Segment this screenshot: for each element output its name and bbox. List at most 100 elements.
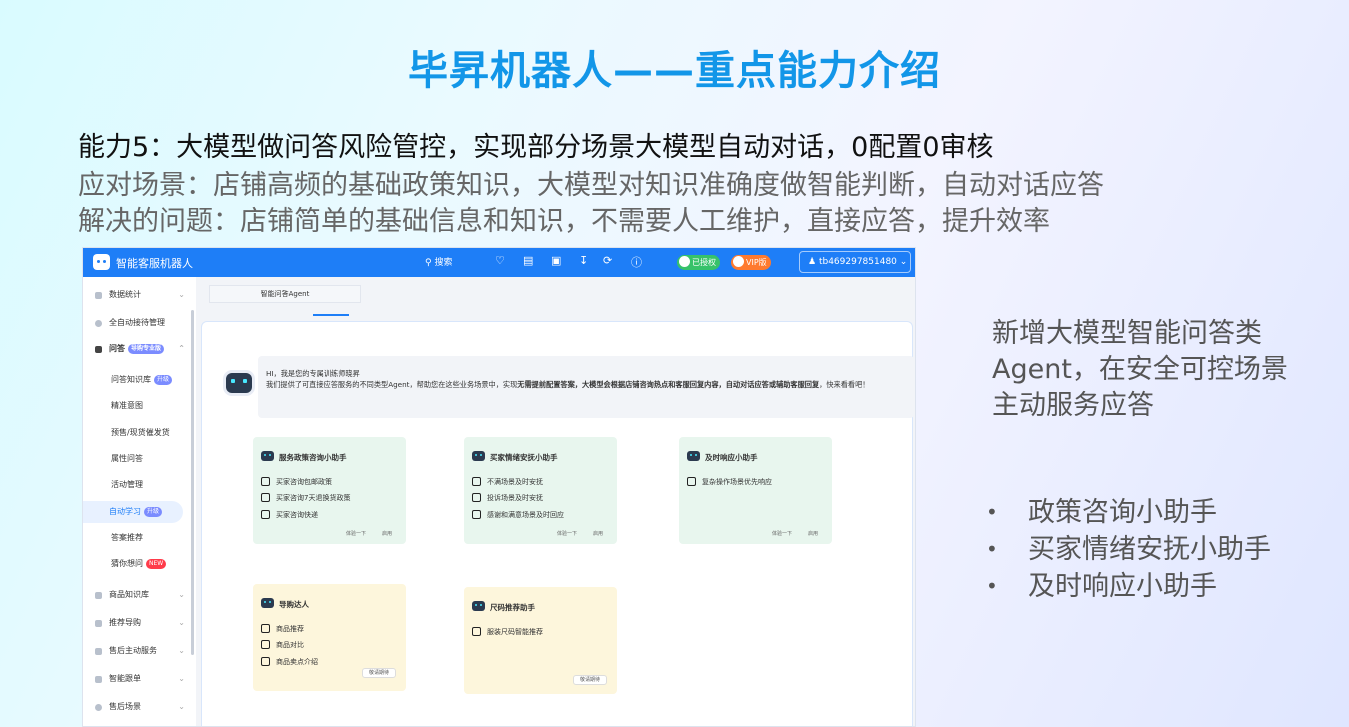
sidebar-item-precise-intent[interactable]: 精准意图 bbox=[83, 395, 191, 417]
option-checkbox[interactable]: 商品卖点介绍 bbox=[261, 657, 318, 667]
side-description: 新增大模型智能问答类Agent，在安全可控场景主动服务应答 bbox=[992, 318, 1288, 421]
sidebar-item-recommend-guide[interactable]: 推荐导购 ⌄ bbox=[83, 612, 191, 634]
sidebar-label: 售后主动服务 bbox=[109, 646, 157, 655]
option-checkbox[interactable]: 买家咨询7天退换货政策 bbox=[261, 493, 350, 503]
chevron-down-icon: ⌄ bbox=[178, 674, 185, 683]
tab-smart-qa-agent[interactable]: 智能问答Agent bbox=[209, 285, 361, 303]
search-icon: ⚲ bbox=[425, 258, 432, 268]
card-title: 尺码推荐助手 bbox=[490, 603, 535, 612]
option-checkbox[interactable]: 买家咨询包邮政策 bbox=[261, 477, 332, 487]
option-checkbox[interactable]: 感谢和满意场景及时回应 bbox=[472, 510, 564, 520]
enable-button[interactable]: 启用 bbox=[808, 531, 818, 537]
check-icon bbox=[679, 256, 690, 267]
sidebar-item-auto-learn[interactable]: 自动学习 升级 bbox=[83, 501, 183, 523]
download-icon[interactable]: ↧ bbox=[579, 254, 588, 267]
chat-icon bbox=[95, 346, 102, 353]
try-button[interactable]: 体验一下 bbox=[772, 531, 792, 537]
sidebar-label: 售后场景 bbox=[109, 702, 141, 711]
card-title: 及时响应小助手 bbox=[705, 453, 758, 462]
circle-icon bbox=[95, 320, 102, 327]
try-button[interactable]: 体验一下 bbox=[557, 531, 577, 537]
checkbox-icon bbox=[472, 477, 481, 486]
agent-panel: HI，我是您的专属训练师晓昇 我们提供了可直接应答服务的不同类型Agent，帮助… bbox=[201, 321, 914, 726]
coming-soon-button[interactable]: 敬请期待 bbox=[572, 675, 607, 685]
sidebar-label: 猜你想问 bbox=[111, 559, 143, 568]
sidebar-item-guess[interactable]: 猜你想问 NEW bbox=[83, 553, 191, 575]
option-checkbox[interactable]: 服装尺码智能推荐 bbox=[472, 627, 543, 637]
sidebar-item-qa[interactable]: 问答 导购专业版 ⌃ bbox=[83, 338, 191, 360]
option-checkbox[interactable]: 商品对比 bbox=[261, 640, 304, 650]
screen-icon[interactable]: ▣ bbox=[551, 254, 561, 267]
bullet-dot-icon: • bbox=[986, 500, 998, 524]
option-checkbox[interactable]: 复杂操作场景优先响应 bbox=[687, 477, 772, 487]
bell-icon[interactable]: ♡ bbox=[495, 254, 505, 267]
sidebar-item-after-sale[interactable]: 售后主动服务 ⌄ bbox=[83, 640, 191, 662]
sidebar-item-stats[interactable]: 数据统计 ⌄ bbox=[83, 284, 191, 306]
agent-card-shopping-guide: 导购达人 商品推荐 商品对比 商品卖点介绍 敬请期待 bbox=[253, 584, 406, 691]
sidebar-label: 活动管理 bbox=[111, 480, 143, 489]
agent-card-emotion: 买家情绪安抚小助手 不满场景及时安抚 投诉场景及时安抚 感谢和满意场景及时回应 … bbox=[464, 437, 617, 544]
option-checkbox[interactable]: 投诉场景及时安抚 bbox=[472, 493, 543, 503]
sidebar-item-after-scene[interactable]: 售后场景 ⌄ bbox=[83, 696, 191, 718]
vip-badge: VIP版 bbox=[731, 255, 771, 270]
sidebar-item-qa-kb[interactable]: 问答知识库 升级 bbox=[83, 369, 191, 391]
service-icon bbox=[95, 648, 102, 655]
tab-indicator bbox=[313, 314, 349, 316]
checkbox-icon bbox=[472, 493, 481, 502]
chevron-down-icon: ⌄ bbox=[178, 290, 185, 299]
intro-prefix: 我们提供了可直接应答服务的不同类型Agent，帮助您在这些业务场景中，实现 bbox=[266, 380, 518, 389]
sidebar-item-answer-recommend[interactable]: 答案推荐 bbox=[83, 527, 191, 549]
option-label: 投诉场景及时安抚 bbox=[487, 494, 543, 502]
chevron-down-icon: ⌄ bbox=[178, 646, 185, 655]
checkbox-icon bbox=[687, 477, 696, 486]
user-menu[interactable]: ♟ tb469297851480 ⌄ bbox=[799, 251, 911, 273]
robot-icon bbox=[472, 601, 485, 611]
search-button[interactable]: ⚲ 搜索 bbox=[425, 255, 452, 268]
sidebar-label: 自动学习 bbox=[109, 507, 141, 516]
sidebar-item-product-kb[interactable]: 商品知识库 ⌄ bbox=[83, 584, 191, 606]
sidebar-scrollbar[interactable] bbox=[191, 310, 194, 655]
capability-line: 能力5：大模型做问答风险管控，实现部分场景大模型自动对话，0配置0审核 bbox=[78, 132, 994, 163]
authorized-badge: 已授权 bbox=[677, 255, 720, 270]
help-icon[interactable]: ⓘ bbox=[631, 254, 642, 270]
bullet-text: 政策咨询小助手 bbox=[1028, 497, 1217, 528]
refresh-icon[interactable]: ⟳ bbox=[603, 254, 612, 267]
bullet-item: • 政策咨询小助手 bbox=[986, 494, 1271, 531]
sidebar-item-presale[interactable]: 预售/现货催发货 bbox=[83, 422, 191, 444]
app-screenshot: 智能客服机器人 ⚲ 搜索 ♡ ▤ ▣ ↧ ⟳ ⓘ 已授权 VIP版 ♟ tb46… bbox=[82, 247, 916, 727]
card-title: 服务政策咨询小助手 bbox=[279, 453, 347, 462]
sidebar-label: 数据统计 bbox=[109, 290, 141, 299]
slide-title: 毕昇机器人——重点能力介绍 bbox=[408, 48, 941, 94]
feature-bullets: • 政策咨询小助手 • 买家情绪安抚小助手 • 及时响应小助手 bbox=[986, 494, 1271, 605]
option-checkbox[interactable]: 不满场景及时安抚 bbox=[472, 477, 543, 487]
sidebar-item-auto-reception[interactable]: 全自动接待管理 bbox=[83, 312, 191, 334]
app-header: 智能客服机器人 ⚲ 搜索 ♡ ▤ ▣ ↧ ⟳ ⓘ 已授权 VIP版 ♟ tb46… bbox=[83, 248, 915, 277]
robot-avatar-icon bbox=[226, 373, 252, 393]
bullet-text: 买家情绪安抚小助手 bbox=[1028, 534, 1271, 565]
sidebar-label: 问答知识库 bbox=[111, 375, 151, 384]
option-label: 商品推荐 bbox=[276, 625, 304, 633]
app-name: 智能客服机器人 bbox=[116, 257, 193, 270]
option-checkbox[interactable]: 商品推荐 bbox=[261, 624, 304, 634]
sidebar-item-attr-qa[interactable]: 属性问答 bbox=[83, 448, 191, 470]
enable-button[interactable]: 启用 bbox=[593, 531, 603, 537]
intro-bold: 无需提前配置答案，大模型会根据店铺咨询热点和客服回复内容，自动对话应答或辅助客服… bbox=[517, 380, 820, 389]
try-button[interactable]: 体验一下 bbox=[346, 531, 366, 537]
agent-card-size: 尺码推荐助手 服装尺码智能推荐 敬请期待 bbox=[464, 587, 617, 694]
checkbox-icon bbox=[261, 477, 270, 486]
sidebar-label: 预售/现货催发货 bbox=[111, 428, 170, 437]
list-icon bbox=[95, 676, 102, 683]
sidebar-item-activity[interactable]: 活动管理 bbox=[83, 474, 191, 496]
document-icon[interactable]: ▤ bbox=[523, 254, 533, 267]
checkbox-icon bbox=[472, 510, 481, 519]
robot-icon bbox=[472, 451, 485, 461]
new-tag: NEW bbox=[146, 559, 167, 569]
sidebar-item-smart-follow[interactable]: 智能跟单 ⌄ bbox=[83, 668, 191, 690]
upgrade-tag: 升级 bbox=[154, 375, 173, 385]
option-checkbox[interactable]: 买家咨询快递 bbox=[261, 510, 318, 520]
chevron-down-icon: ⌄ bbox=[899, 257, 908, 267]
enable-button[interactable]: 启用 bbox=[382, 531, 392, 537]
coming-soon-button[interactable]: 敬请期待 bbox=[361, 668, 396, 678]
vip-label: VIP版 bbox=[746, 258, 767, 267]
checkbox-icon bbox=[261, 624, 270, 633]
